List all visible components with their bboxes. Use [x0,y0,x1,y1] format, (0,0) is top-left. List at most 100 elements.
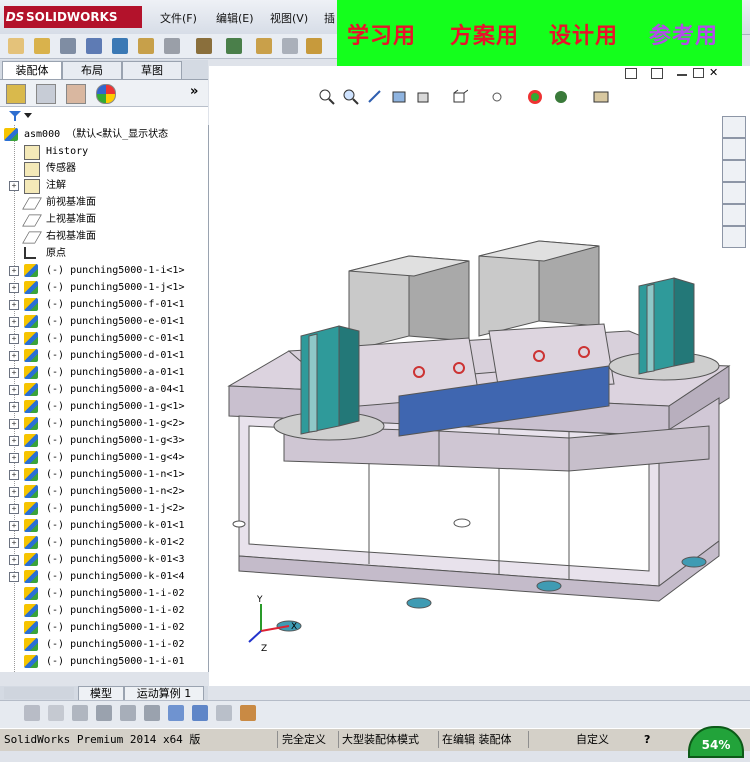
table-icon[interactable] [216,705,232,721]
tree-component[interactable]: + (-) punching5000-1-g<4> [0,449,208,466]
expand-icon[interactable]: + [9,419,19,429]
view-orientation-icon[interactable] [414,88,432,106]
tree-component[interactable]: + (-) punching5000-1-n<1> [0,466,208,483]
display-style-icon[interactable] [450,88,468,106]
open-icon[interactable] [34,38,50,54]
expand-icon[interactable]: + [9,453,19,463]
menu-edit[interactable]: 编辑(E) [216,10,254,26]
tree-component[interactable]: + (-) punching5000-1-j<1> [0,279,208,296]
tree-item[interactable]: History [0,143,208,160]
custom-properties-icon[interactable] [722,226,746,248]
appearance-edit-icon[interactable] [526,88,544,106]
tree-component[interactable]: + (-) punching5000-a-04<1 [0,381,208,398]
resources-icon[interactable] [722,138,746,160]
appearances-icon[interactable] [722,204,746,226]
expand-panel-icon[interactable]: » [190,84,198,99]
tree-component[interactable]: + (-) punching5000-k-01<1 [0,517,208,534]
tab-assembly[interactable]: 装配体 [2,61,62,79]
tree-component[interactable]: (-) punching5000-1-i-02 [0,636,208,653]
tree-item[interactable]: 右视基准面 [0,228,208,245]
menu-view[interactable]: 视图(V) [270,10,308,26]
display-icon[interactable] [306,38,322,54]
expand-icon[interactable]: + [9,283,19,293]
tree-component[interactable]: + (-) punching5000-d-01<1 [0,347,208,364]
filter-icon[interactable] [8,110,22,122]
zoom-area-icon[interactable] [342,88,360,106]
previous-view-icon[interactable] [366,88,384,106]
tab-layout[interactable]: 布局 [62,61,122,79]
tab-sketch[interactable]: 草图 [122,61,182,79]
tree-component[interactable]: (-) punching5000-1-i-02 [0,602,208,619]
expand-icon[interactable]: + [9,572,19,582]
view-toolbar-icon[interactable] [24,705,40,721]
expand-icon[interactable]: + [9,402,19,412]
scene-icon[interactable] [552,88,570,106]
featuremanager-icon[interactable] [6,84,26,104]
tree-component[interactable]: (-) punching5000-1-i-02 [0,619,208,636]
tree-component[interactable]: + (-) punching5000-1-i<1> [0,262,208,279]
appearance-icon[interactable] [96,84,116,104]
solidworks-logo[interactable]: DS SOLIDWORKS [4,6,142,28]
expand-icon[interactable]: + [9,487,19,497]
tree-component[interactable]: + (-) punching5000-k-01<3 [0,551,208,568]
options-icon[interactable] [112,38,128,54]
expand-icon[interactable]: + [9,266,19,276]
home-icon[interactable] [722,116,746,138]
expand-icon[interactable]: + [9,555,19,565]
expand-icon[interactable]: + [9,504,19,514]
expand-icon[interactable]: + [9,317,19,327]
section-view-icon[interactable] [390,88,408,106]
folder-icon[interactable] [722,160,746,182]
save-icon[interactable] [226,38,242,54]
units-status[interactable]: 自定义 [576,732,609,748]
expand-icon[interactable]: + [9,538,19,548]
sketch-toolbar-icon[interactable] [48,705,64,721]
reference-icon[interactable] [144,705,160,721]
expand-icon[interactable]: + [9,368,19,378]
component-icon[interactable] [138,38,154,54]
tree-component[interactable]: + (-) punching5000-1-g<3> [0,432,208,449]
menu-insert[interactable]: 插 [324,10,335,26]
tree-component[interactable]: (-) punching5000-1-i-01 [0,653,208,670]
expand-icon[interactable]: + [9,521,19,531]
tree-component[interactable]: (-) punching5000-1-i-02 [0,585,208,602]
tree-item[interactable]: 前视基准面 [0,194,208,211]
select-icon[interactable] [282,38,298,54]
tree-component[interactable]: + (-) punching5000-1-g<1> [0,398,208,415]
new-document-icon[interactable] [8,38,24,54]
expand-icon[interactable]: + [9,334,19,344]
list-icon[interactable] [96,705,112,721]
configurationmanager-icon[interactable] [66,84,86,104]
tree-component[interactable]: + (-) punching5000-1-n<2> [0,483,208,500]
rebuild-icon[interactable] [86,38,102,54]
tree-item[interactable]: + 注解 [0,177,208,194]
tree-item[interactable]: 传感器 [0,160,208,177]
expand-icon[interactable]: + [9,470,19,480]
propertymanager-icon[interactable] [36,84,56,104]
design-library-icon[interactable] [722,182,746,204]
drawing-icon[interactable] [240,705,256,721]
tree-item[interactable]: 原点 [0,245,208,262]
menu-file[interactable]: 文件(F) [160,10,197,26]
graphics-area[interactable]: ✕ Y X Z [209,66,750,686]
tree-component[interactable]: + (-) punching5000-k-01<2 [0,534,208,551]
chevron-down-icon[interactable] [24,113,32,119]
zoom-to-fit-icon[interactable] [318,88,336,106]
tree-component[interactable]: + (-) punching5000-k-01<4 [0,568,208,585]
section-icon[interactable] [168,705,184,721]
tree-component[interactable]: + (-) punching5000-e-01<1 [0,313,208,330]
expand-icon[interactable]: + [9,181,19,191]
expand-icon[interactable]: + [9,300,19,310]
hide-show-icon[interactable] [488,88,506,106]
tree-component[interactable]: + (-) punching5000-1-g<2> [0,415,208,432]
help-icon[interactable]: ? [644,732,650,748]
light-icon[interactable] [256,38,272,54]
expand-icon[interactable]: + [9,436,19,446]
mate-icon[interactable] [164,38,180,54]
view-settings-icon[interactable] [592,88,610,106]
grid-icon[interactable] [120,705,136,721]
expand-icon[interactable]: + [9,385,19,395]
tree-component[interactable]: + (-) punching5000-c-01<1 [0,330,208,347]
tree-component[interactable]: + (-) punching5000-f-01<1 [0,296,208,313]
expand-icon[interactable]: + [9,351,19,361]
